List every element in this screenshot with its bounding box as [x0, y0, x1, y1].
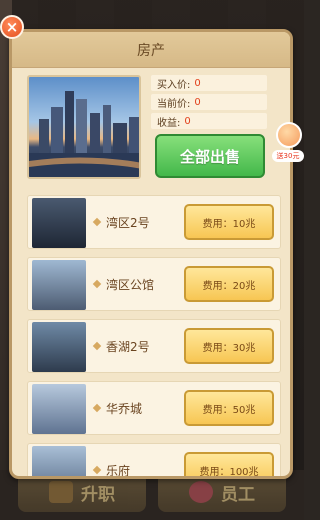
property-thumbnail [32, 322, 86, 372]
close-button[interactable]: × [0, 15, 24, 39]
bullet-icon [92, 279, 102, 289]
cost-label: 费用：30兆 [202, 342, 256, 354]
property-name: 湾区2号 [106, 216, 150, 230]
buy-property-button[interactable]: 费用：50兆 [184, 390, 274, 426]
list-item: 香湖2号 费用：30兆 [27, 319, 281, 373]
promotion-label: 升职 [81, 484, 115, 505]
cost-label: 费用：10兆 [202, 218, 256, 230]
bullet-icon [92, 341, 102, 351]
modal-title: 房产 [137, 42, 165, 59]
buy-price-row: 买入价: 0 [151, 75, 267, 91]
list-item: 华乔城 费用：50兆 [27, 381, 281, 435]
reward-icon [276, 122, 302, 148]
sell-all-label: 全部出售 [179, 147, 240, 166]
profit-label: 收益: [157, 117, 181, 129]
bullet-icon [92, 217, 102, 227]
promotion-icon [49, 481, 73, 503]
property-summary: 买入价: 0 当前价: 0 收益: 0 全部出售 [27, 72, 281, 180]
property-thumbnail [32, 384, 86, 434]
property-thumbnail [32, 260, 86, 310]
cost-label: 费用：100兆 [199, 466, 259, 478]
buy-price-label: 买入价: [157, 79, 191, 91]
property-name: 乐府 [106, 464, 131, 478]
property-modal: 房产 买入价: 0 当前价: 0 收益: 0 全部出售 湾区2号 费用：10兆 … [9, 29, 293, 479]
bullet-icon [92, 403, 102, 413]
current-price-value: 0 [194, 96, 201, 108]
staff-icon [189, 481, 213, 503]
cost-label: 费用：20兆 [202, 280, 256, 292]
property-thumbnail [32, 198, 86, 248]
reward-label: 送30元 [272, 150, 304, 162]
current-price-row: 当前价: 0 [151, 94, 267, 110]
modal-header: 房产 [12, 32, 290, 68]
property-thumbnail [32, 446, 86, 476]
buy-property-button[interactable]: 费用：100兆 [184, 452, 274, 478]
profit-value: 0 [184, 115, 191, 127]
city-skyline-image [27, 75, 141, 179]
list-item: 乐府 费用：100兆 [27, 443, 281, 478]
sell-all-button[interactable]: 全部出售 [155, 134, 265, 178]
buy-property-button[interactable]: 费用：20兆 [184, 266, 274, 302]
buy-property-button[interactable]: 费用：30兆 [184, 328, 274, 364]
buy-price-value: 0 [194, 77, 201, 89]
skyline-graphic [29, 91, 139, 177]
profit-row: 收益: 0 [151, 113, 267, 129]
list-item: 湾区公馆 费用：20兆 [27, 257, 281, 311]
property-name: 香湖2号 [106, 340, 150, 354]
staff-label: 员工 [221, 484, 255, 505]
close-icon: × [5, 17, 19, 36]
cost-label: 费用：50兆 [202, 404, 256, 416]
current-price-label: 当前价: [157, 98, 191, 110]
buy-property-button[interactable]: 费用：10兆 [184, 204, 274, 240]
property-name: 湾区公馆 [106, 278, 155, 292]
bullet-icon [92, 465, 102, 475]
list-item: 湾区2号 费用：10兆 [27, 195, 281, 249]
property-name: 华乔城 [106, 402, 143, 416]
reward-bubble[interactable]: 送30元 [270, 120, 304, 164]
property-list[interactable]: 湾区2号 费用：10兆 湾区公馆 费用：20兆 香湖2号 费用：30兆 华乔城 [27, 195, 281, 478]
